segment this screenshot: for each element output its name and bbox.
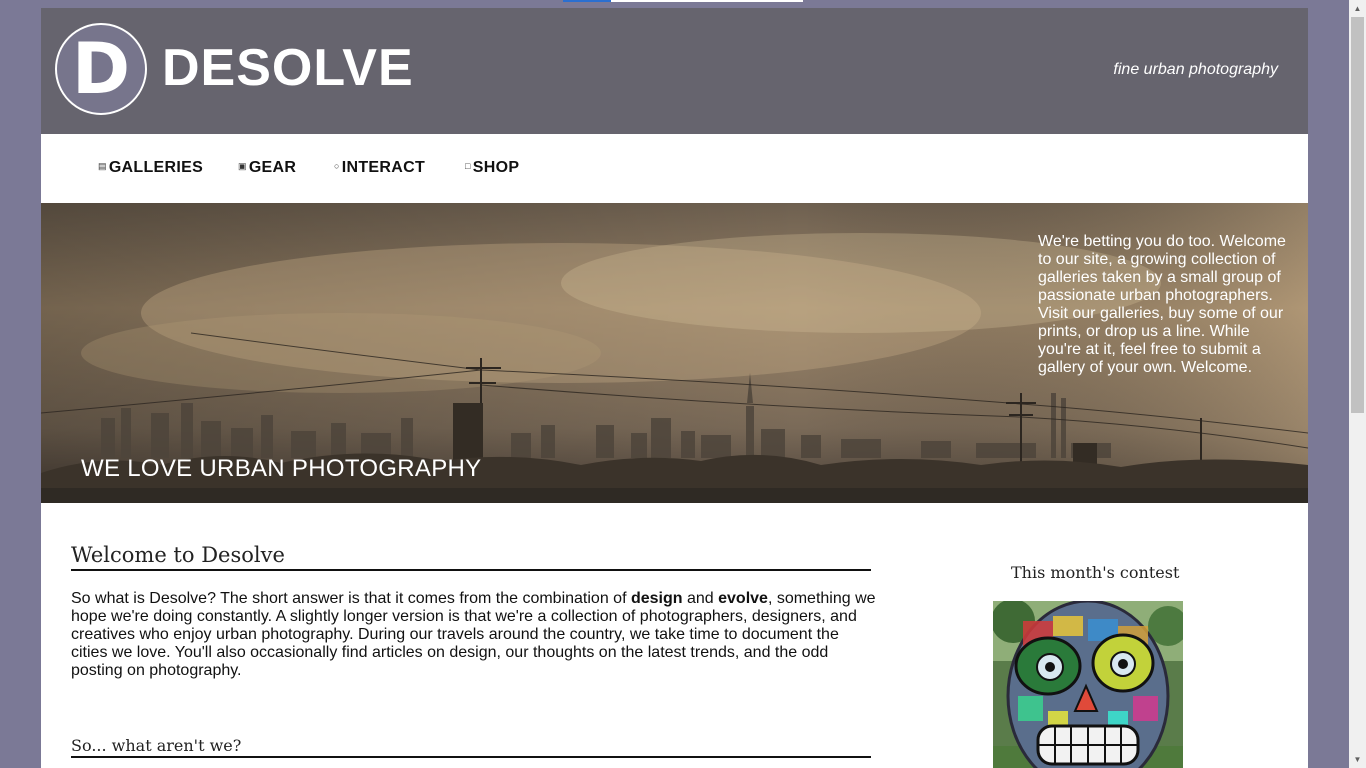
site-tagline: fine urban photography [1113,61,1278,78]
gallery-icon: ▤ [98,161,107,171]
design-keyword: design [630,590,683,607]
hero-banner: We're betting you do too. Welcome to our… [41,203,1308,503]
section-heading: So... what aren't we? [71,736,871,758]
mosaic-skull-sculpture-photo [993,601,1183,768]
cart-icon: □ [465,161,471,171]
chat-icon: ○ [334,161,340,171]
main-nav: ▤ GALLERIES ▣ GEAR ○ INTERACT □ SHOP [41,134,1308,203]
scroll-down-arrow-icon[interactable]: ▼ [1349,751,1366,768]
vertical-scrollbar[interactable]: ▲ ▼ [1349,0,1366,768]
hero-title: WE LOVE URBAN PHOTOGRAPHY [81,455,482,482]
logo-icon[interactable]: D [55,23,147,115]
site-header: D DESOLVE fine urban photography [41,8,1308,134]
nav-label: INTERACT [341,159,426,176]
evolve-keyword: evolve [718,590,768,607]
welcome-text-part: and [682,590,719,607]
scroll-up-arrow-icon[interactable]: ▲ [1349,0,1366,17]
browser-tab-indicator [563,0,803,2]
nav-label: SHOP [472,159,520,176]
hero-blurb: We're betting you do too. Welcome to our… [1038,233,1286,376]
site-name[interactable]: DESOLVE [162,38,414,98]
scrollbar-thumb[interactable] [1351,17,1364,413]
nav-item-interact[interactable]: ○ INTERACT [334,159,425,177]
active-tab-highlight [563,0,611,2]
nav-label: GALLERIES [108,159,204,176]
nav-item-gear[interactable]: ▣ GEAR [238,159,296,177]
nav-item-shop[interactable]: □ SHOP [465,159,519,177]
contest-image[interactable] [993,601,1183,768]
contest-title: This month's contest [1011,563,1180,582]
welcome-paragraph: So what is Desolve? The short answer is … [71,590,876,680]
nav-item-galleries[interactable]: ▤ GALLERIES [98,159,203,177]
camera-icon: ▣ [238,161,247,171]
welcome-text-part: So what is Desolve? The short answer is … [71,590,631,607]
nav-label: GEAR [248,159,297,176]
welcome-heading: Welcome to Desolve [71,543,871,571]
page-container: D DESOLVE fine urban photography ▤ GALLER… [41,8,1308,768]
